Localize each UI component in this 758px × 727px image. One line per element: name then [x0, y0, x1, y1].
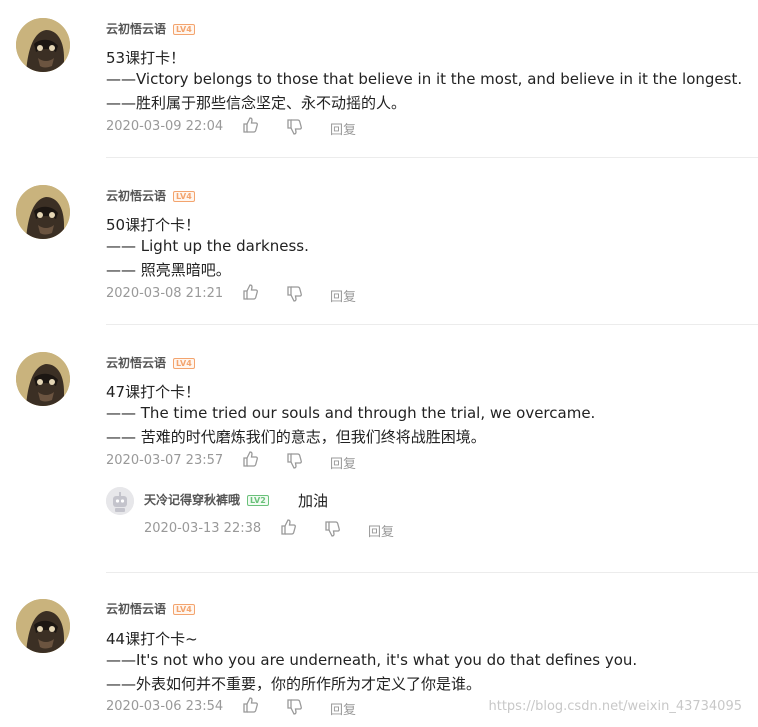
level-badge: LV4	[173, 24, 195, 35]
thumbs-up-icon[interactable]	[242, 696, 260, 718]
comment-time: 2020-03-06 23:54	[106, 699, 224, 714]
thumbs-up-icon[interactable]	[242, 450, 260, 472]
comment-time: 2020-03-07 23:57	[106, 453, 224, 468]
thumbs-down-icon[interactable]	[286, 285, 304, 307]
comment-text-line: ——外表如何并不重要，你的所作所为才定义了你是谁。	[106, 675, 482, 693]
comment-text-line: —— The time tried our souls and through …	[106, 404, 596, 422]
divider	[106, 572, 758, 573]
comment-text-line: ——Victory belongs to those that believe …	[106, 70, 743, 88]
user-avatar[interactable]	[16, 18, 70, 72]
thumbs-down-icon[interactable]	[286, 118, 304, 140]
comment-text-line: 50课打个卡！	[106, 216, 201, 234]
comment-time: 2020-03-08 21:21	[106, 286, 224, 301]
level-badge: LV4	[173, 358, 195, 369]
thumbs-down-icon[interactable]	[324, 520, 342, 542]
comment-text-line: —— 照亮黑暗吧。	[106, 261, 231, 279]
comment-text-line: —— 苦难的时代磨炼我们的意志，但我们终将战胜困境。	[106, 428, 486, 446]
reply-button[interactable]: 回复	[330, 119, 356, 138]
comment-text-line: ——It's not who you are underneath, it's …	[106, 651, 638, 669]
divider	[106, 157, 758, 158]
level-badge: LV2	[247, 495, 269, 506]
reply-button[interactable]: 回复	[330, 286, 356, 305]
user-avatar[interactable]	[16, 599, 70, 653]
reply-button[interactable]: 回复	[368, 521, 394, 540]
username[interactable]: 云初悟云语 LV4	[106, 600, 195, 617]
comment-text-line: 44课打个卡~	[106, 630, 198, 648]
thumbs-up-icon[interactable]	[280, 518, 298, 540]
reply-text: 加油	[298, 492, 329, 510]
comment-text-line: 47课打个卡！	[106, 383, 201, 401]
thumbs-up-icon[interactable]	[242, 116, 260, 138]
robot-avatar-icon[interactable]	[106, 487, 134, 515]
thumbs-up-icon[interactable]	[242, 283, 260, 305]
reply-button[interactable]: 回复	[330, 699, 356, 718]
divider	[106, 324, 758, 325]
user-avatar[interactable]	[16, 352, 70, 406]
level-badge: LV4	[173, 604, 195, 615]
thumbs-down-icon[interactable]	[286, 452, 304, 474]
thumbs-down-icon[interactable]	[286, 698, 304, 720]
reply-username[interactable]: 天冷记得穿秋裤哦 LV2	[144, 491, 269, 508]
reply-button[interactable]: 回复	[330, 453, 356, 472]
username[interactable]: 云初悟云语 LV4	[106, 354, 195, 371]
comment-text-line: ——胜利属于那些信念坚定、永不动摇的人。	[106, 94, 407, 112]
comment-text-line: —— Light up the darkness.	[106, 237, 309, 255]
comment-time: 2020-03-09 22:04	[106, 119, 224, 134]
username[interactable]: 云初悟云语 LV4	[106, 20, 195, 37]
comment-text-line: 53课打卡！	[106, 49, 186, 67]
user-avatar[interactable]	[16, 185, 70, 239]
reply-time: 2020-03-13 22:38	[144, 521, 262, 536]
username[interactable]: 云初悟云语 LV4	[106, 187, 195, 204]
watermark: https://blog.csdn.net/weixin_43734095	[488, 699, 742, 714]
level-badge: LV4	[173, 191, 195, 202]
